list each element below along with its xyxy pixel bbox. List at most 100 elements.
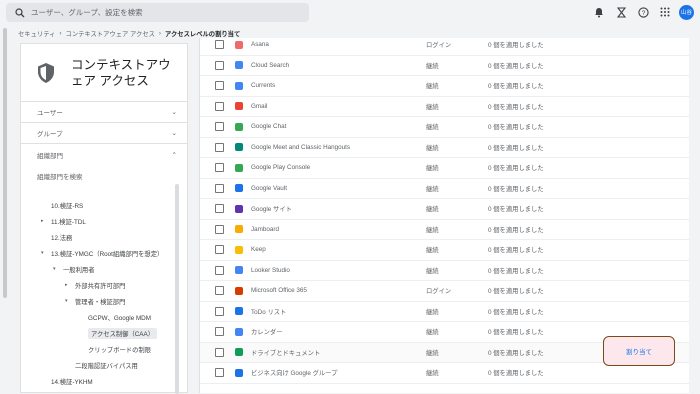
ou-section-label[interactable]: 組織部門: [37, 150, 63, 160]
row-checkbox[interactable]: [215, 266, 224, 275]
table-row[interactable]: Keep継続0 個を適用しました: [200, 240, 689, 261]
ou-tree-item[interactable]: 12.法務: [51, 231, 72, 243]
page-scrollbar[interactable]: [0, 26, 9, 393]
ou-tree-item[interactable]: 二段階認証バイパス用: [75, 359, 138, 371]
ou-tree-item-label[interactable]: 一般利用者: [63, 265, 94, 274]
hourglass-icon[interactable]: [613, 4, 629, 20]
app-status: 継続: [426, 61, 439, 70]
breadcrumb-caa[interactable]: コンテキストアウェア アクセス: [66, 29, 155, 38]
ou-tree-item-label[interactable]: 11.検証-TDL: [51, 217, 86, 226]
caret-down-icon[interactable]: ▾: [53, 266, 63, 272]
row-checkbox[interactable]: [215, 61, 224, 70]
ou-tree-item-label[interactable]: クリップボードの制限: [88, 345, 151, 354]
app-status: 継続: [426, 368, 439, 377]
table-row[interactable]: ビジネス向け Google グループ継続0 個を適用しました: [200, 363, 689, 384]
search-bar[interactable]: ユーザー、グループ、設定を検索: [6, 3, 309, 22]
table-row[interactable]: Asanaログイン0 個を適用しました: [200, 38, 689, 56]
caret-down-icon[interactable]: ▾: [65, 298, 75, 304]
row-checkbox[interactable]: [215, 81, 224, 90]
ou-tree-item[interactable]: 10.検証-RS: [51, 199, 83, 211]
chevron-down-icon[interactable]: ⌄: [172, 108, 177, 116]
table-row[interactable]: Google Play Console継続0 個を適用しました: [200, 158, 689, 179]
users-section[interactable]: ユーザー ⌄: [21, 102, 187, 123]
chevron-down-icon[interactable]: ⌄: [172, 129, 177, 137]
office365-icon: [234, 286, 244, 296]
chevron-right-icon: ›: [159, 30, 161, 37]
google-sites-icon: [234, 204, 244, 214]
table-row[interactable]: Currents継続0 個を適用しました: [200, 76, 689, 97]
row-checkbox[interactable]: [215, 286, 224, 295]
app-status: 継続: [426, 307, 439, 316]
ou-tree-item[interactable]: アクセス制御（CAA）: [88, 327, 157, 339]
ou-tree-item-label[interactable]: 12.法務: [51, 233, 72, 242]
ou-tree-item-label[interactable]: 管理者・検証部門: [75, 297, 125, 306]
ou-tree-item-label[interactable]: アクセス制御（CAA）: [88, 328, 157, 339]
app-status: 継続: [426, 348, 439, 357]
top-bar: ユーザー、グループ、設定を検索 ? 山谷: [0, 0, 700, 26]
ou-tree-item[interactable]: ▸11.検証-TDL: [41, 215, 86, 227]
table-row[interactable]: Google Chat継続0 個を適用しました: [200, 117, 689, 138]
row-checkbox[interactable]: [215, 327, 224, 336]
caret-down-icon[interactable]: ▾: [41, 250, 51, 256]
apps-grid-icon[interactable]: [657, 4, 673, 20]
table-row[interactable]: Looker Studio継続0 個を適用しました: [200, 261, 689, 282]
table-row[interactable]: Google Vault継続0 個を適用しました: [200, 179, 689, 200]
assign-button[interactable]: 割り当て: [603, 336, 675, 366]
app-status: 継続: [426, 184, 439, 193]
google-meet-icon: [234, 142, 244, 152]
row-checkbox[interactable]: [215, 163, 224, 172]
ou-tree-item-label[interactable]: 10.検証-RS: [51, 201, 83, 210]
row-checkbox[interactable]: [215, 225, 224, 234]
ou-tree-item-label[interactable]: GCPW、Google MDM: [88, 313, 151, 322]
users-section-label[interactable]: ユーザー: [37, 107, 63, 117]
ou-tree-item[interactable]: ▾一般利用者: [53, 263, 94, 275]
chevron-up-icon[interactable]: ⌃: [172, 151, 177, 159]
avatar[interactable]: 山谷: [679, 5, 694, 20]
app-name: Currents: [251, 82, 275, 89]
ou-tree-item[interactable]: ▾管理者・検証部門: [65, 295, 125, 307]
row-checkbox[interactable]: [215, 368, 224, 377]
row-checkbox[interactable]: [215, 102, 224, 111]
ou-tree-item[interactable]: クリップボードの制限: [88, 343, 151, 355]
tree-scrollbar[interactable]: [175, 184, 179, 394]
ou-tree-item[interactable]: ▸外部共有許可部門: [65, 279, 125, 291]
caret-right-icon[interactable]: ▸: [65, 282, 75, 288]
ou-tree-item[interactable]: ▾13.検証-YMGC（Root組織部門を想定）: [41, 247, 163, 259]
table-row[interactable]: Google Meet and Classic Hangouts継続0 個を適用…: [200, 138, 689, 159]
row-checkbox[interactable]: [215, 204, 224, 213]
caret-right-icon[interactable]: ▸: [41, 218, 51, 224]
ou-tree-item-label[interactable]: 14.検証-YKHM: [51, 377, 93, 386]
groups-section[interactable]: グループ ⌄: [21, 123, 187, 144]
applied-count: 0 個を適用しました: [488, 40, 544, 49]
row-checkbox[interactable]: [215, 307, 224, 316]
groups-section-label[interactable]: グループ: [37, 128, 63, 138]
row-checkbox[interactable]: [215, 143, 224, 152]
row-checkbox[interactable]: [215, 245, 224, 254]
breadcrumb-security[interactable]: セキュリティ: [18, 29, 55, 38]
ou-tree-item[interactable]: GCPW、Google MDM: [88, 311, 151, 323]
ou-tree-item-label[interactable]: 13.検証-YMGC（Root組織部門を想定）: [51, 249, 163, 258]
table-row[interactable]: Gmail継続0 個を適用しました: [200, 97, 689, 118]
row-checkbox[interactable]: [215, 122, 224, 131]
ou-tree-item-label[interactable]: 外部共有許可部門: [75, 281, 125, 290]
notifications-icon[interactable]: [591, 4, 607, 20]
app-status: 継続: [426, 81, 439, 90]
table-row[interactable]: ToDo リスト継続0 個を適用しました: [200, 302, 689, 323]
ou-tree-item[interactable]: 14.検証-YKHM: [51, 375, 93, 387]
table-row[interactable]: Microsoft Office 365ログイン0 個を適用しました: [200, 281, 689, 302]
row-checkbox[interactable]: [215, 348, 224, 357]
table-row[interactable]: Cloud Search継続0 個を適用しました: [200, 56, 689, 77]
search-icon[interactable]: [12, 5, 28, 21]
ou-tree-item-label[interactable]: 二段階認証バイパス用: [75, 361, 138, 370]
page-scrollbar-thumb[interactable]: [3, 28, 7, 298]
row-checkbox[interactable]: [215, 40, 224, 49]
groups-icon: [234, 368, 244, 378]
app-name: Google サイト: [251, 204, 292, 213]
help-icon[interactable]: ?: [635, 4, 651, 20]
table-row[interactable]: Google サイト継続0 個を適用しました: [200, 199, 689, 220]
ou-search-label[interactable]: 組織部門を検索: [37, 171, 83, 181]
table-row[interactable]: Jamboard継続0 個を適用しました: [200, 220, 689, 241]
ou-section[interactable]: 組織部門 ⌃: [21, 144, 187, 165]
search-placeholder[interactable]: ユーザー、グループ、設定を検索: [31, 7, 143, 18]
row-checkbox[interactable]: [215, 184, 224, 193]
